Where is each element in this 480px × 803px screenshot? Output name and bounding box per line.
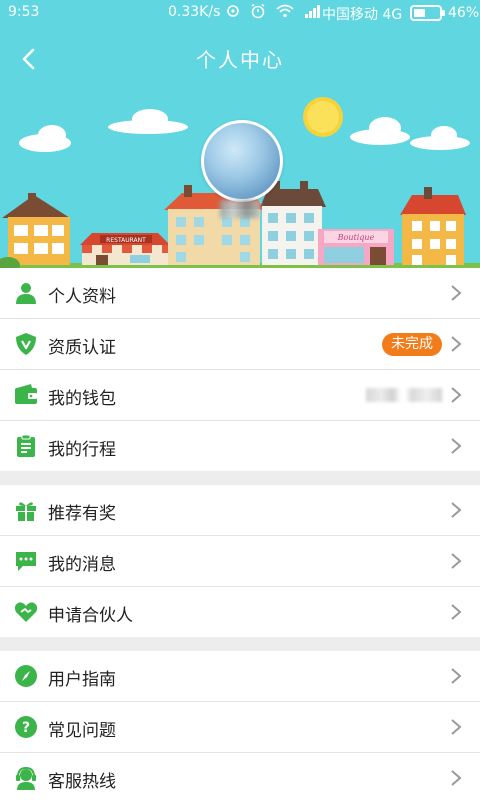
status-carrier: 中国移动 — [322, 7, 378, 23]
menu-item-label: 用户指南 — [48, 670, 116, 690]
menu-item-label: 推荐有奖 — [48, 504, 116, 524]
wallet-balance-redacted — [366, 388, 442, 402]
menu-item-profile[interactable]: 个人资料 — [0, 268, 480, 319]
menu-item-label: 客服热线 — [48, 772, 116, 792]
headset-icon — [16, 766, 36, 790]
chevron-right-icon — [451, 553, 462, 569]
chevron-right-icon — [451, 502, 462, 518]
menu-item-wallet[interactable]: 我的钱包 — [0, 370, 480, 421]
status-bar: 9:53 0.33K/s 中国移动 4G 46% — [0, 0, 480, 26]
status-badge: 未完成 — [382, 333, 442, 356]
clipboard-icon — [17, 434, 35, 457]
menu-item-hotline[interactable]: 客服热线 — [0, 753, 480, 803]
chevron-right-icon — [451, 336, 462, 352]
restaurant-sign: RESTAURANT — [106, 237, 146, 244]
alarm-icon — [251, 3, 265, 19]
handshake-heart-icon — [14, 602, 38, 622]
menu-item-label: 申请合伙人 — [48, 606, 133, 626]
wifi-icon — [276, 4, 294, 18]
sync-icon — [227, 5, 239, 17]
section-divider — [0, 637, 480, 651]
page-title: 个人中心 — [196, 48, 284, 72]
wallet-icon — [15, 384, 37, 404]
svg-text:?: ? — [22, 720, 30, 736]
profile-header: RESTAURANT Boutique 个人中心 — [0, 0, 480, 268]
status-network-type: 4G — [382, 7, 403, 23]
menu-item-label: 我的行程 — [48, 440, 116, 460]
status-network-speed: 0.33K/s — [168, 4, 221, 20]
status-battery-percent: 46% — [448, 5, 480, 21]
menu-item-qualification[interactable]: 资质认证 未完成 — [0, 319, 480, 370]
menu-item-label: 个人资料 — [48, 287, 116, 307]
chevron-right-icon — [451, 438, 462, 454]
menu-group-help: 用户指南 ? 常见问题 客服热线 — [0, 651, 480, 803]
menu-item-label: 资质认证 — [48, 338, 116, 358]
shield-check-icon — [16, 333, 36, 355]
sun-icon — [303, 97, 343, 137]
nickname-redacted — [220, 200, 260, 218]
menu-item-trips[interactable]: 我的行程 — [0, 421, 480, 471]
battery-icon — [410, 5, 445, 21]
person-icon — [16, 283, 36, 304]
status-time: 9:53 — [8, 4, 40, 20]
menu-item-label: 我的消息 — [48, 555, 116, 575]
chevron-right-icon — [451, 285, 462, 301]
menu-item-guide[interactable]: 用户指南 — [0, 651, 480, 702]
menu-item-messages[interactable]: 我的消息 — [0, 536, 480, 587]
menu-group-account: 个人资料 资质认证 未完成 我的钱包 我的行程 — [0, 268, 480, 471]
signal-icon — [305, 5, 320, 18]
menu-group-social: 推荐有奖 我的消息 申请合伙人 — [0, 485, 480, 637]
menu-item-referral[interactable]: 推荐有奖 — [0, 485, 480, 536]
question-icon: ? — [15, 716, 37, 738]
menu-item-faq[interactable]: ? 常见问题 — [0, 702, 480, 753]
menu-item-label: 我的钱包 — [48, 389, 116, 409]
message-icon — [16, 552, 36, 571]
chevron-right-icon — [451, 770, 462, 786]
section-divider — [0, 471, 480, 485]
chevron-right-icon — [451, 387, 462, 403]
chevron-right-icon — [451, 719, 462, 735]
menu-item-partner[interactable]: 申请合伙人 — [0, 587, 480, 637]
gift-icon — [16, 502, 36, 521]
compass-icon — [15, 665, 37, 687]
avatar[interactable] — [201, 120, 283, 202]
menu-item-label: 常见问题 — [48, 721, 116, 741]
chevron-right-icon — [451, 604, 462, 620]
menu-list: 个人资料 资质认证 未完成 我的钱包 我的行程 推荐有奖 我的消息 申请合伙人 … — [0, 268, 480, 803]
boutique-sign: Boutique — [337, 233, 375, 242]
chevron-right-icon — [451, 668, 462, 684]
